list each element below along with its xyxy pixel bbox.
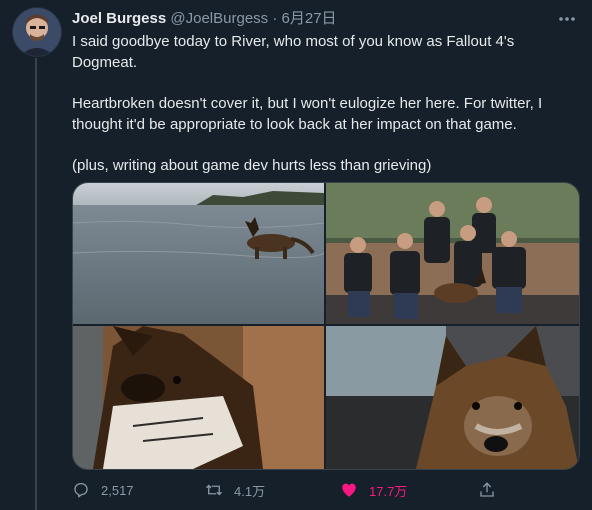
author-name[interactable]: Joel Burgess [72,10,166,27]
reply-button[interactable]: 2,517 [72,480,134,500]
tweet[interactable]: Joel Burgess @JoelBurgess · 6月27日 I said… [0,0,592,510]
retweet-icon [206,484,222,496]
more-dots-icon [559,17,575,21]
author-handle[interactable]: @JoelBurgess [170,10,268,27]
photo-dev-team-with-dog[interactable] [326,183,579,324]
share-button[interactable] [478,480,507,500]
photo-dog-in-car[interactable] [326,326,579,469]
retweet-count: 4.1万 [234,483,266,499]
separator: · [272,10,278,27]
tweet-header: Joel Burgess @JoelBurgess · 6月27日 [72,9,578,29]
like-count: 17.7万 [369,483,408,499]
reply-icon [74,482,88,498]
share-icon [480,482,494,497]
avatar-image [13,8,61,56]
tweet-paragraph: (plus, writing about game dev hurts less… [72,157,432,174]
media-grid [72,182,580,470]
avatar[interactable] [12,7,62,57]
thread-line [35,58,37,510]
retweet-button[interactable]: 4.1万 [205,480,265,500]
heart-icon [342,483,356,497]
photo-dog-with-bandana[interactable] [73,326,324,469]
like-button[interactable]: 17.7万 [340,480,407,500]
photo-dog-in-lake[interactable] [73,183,324,324]
tweet-date[interactable]: 6月27日 [282,10,337,27]
tweet-paragraph: I said goodbye today to River, who most … [72,33,519,71]
reply-count: 2,517 [101,482,134,498]
tweet-actions: 2,517 4.1万 17.7万 [72,480,502,500]
tweet-paragraph: Heartbroken doesn't cover it, but I won'… [72,95,547,133]
tweet-text: I said goodbye today to River, who most … [72,31,577,196]
more-options-button[interactable] [556,9,578,29]
